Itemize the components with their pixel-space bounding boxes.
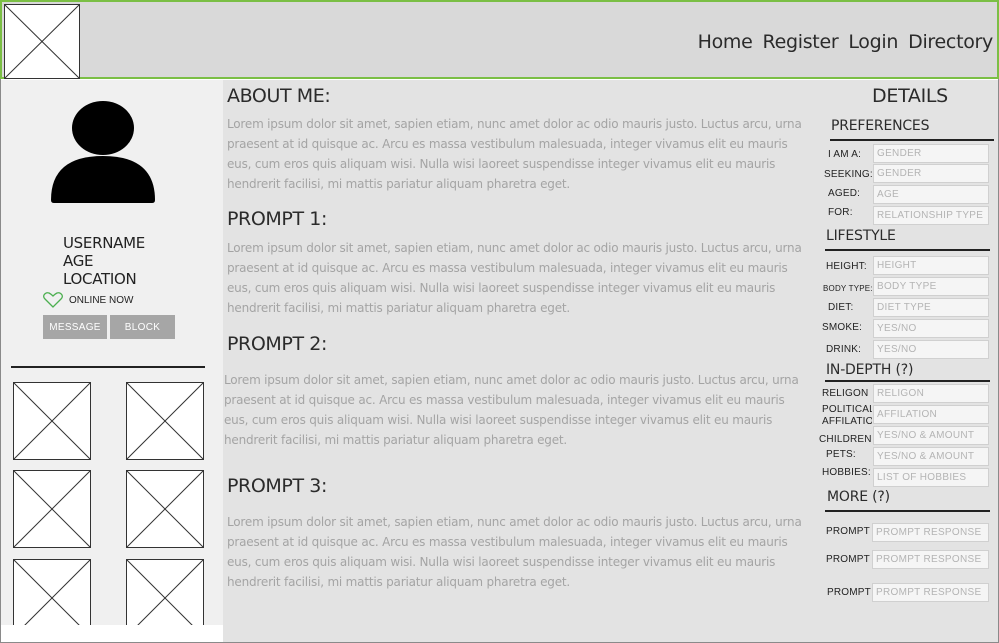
prompt-label: PROMPT [826,554,870,565]
religion-field[interactable]: RELIGON [873,384,989,403]
body-type-field[interactable]: BODY TYPE [873,277,989,296]
prompt-response-field[interactable]: PROMPT RESPONSE [872,583,989,602]
divider [11,366,205,368]
about-me-title: ABOUT ME: [227,85,331,107]
prompt-1-title: PROMPT 1: [227,208,328,230]
details-title: DETAILS [872,85,948,107]
header: Home Register Login Directory [0,0,999,79]
preferences-title: PREFERENCES [831,118,930,134]
image-placeholder-icon [14,383,90,459]
prompt-3-title: PROMPT 3: [227,475,328,497]
online-status-text: ONLINE NOW [69,294,134,306]
drink-field[interactable]: YES/NO [873,340,989,359]
main-nav: Home Register Login Directory [698,31,994,53]
location-label: LOCATION [63,270,137,288]
diet-field[interactable]: DIET TYPE [873,298,989,317]
pets-field[interactable]: YES/NO & AMOUNT [873,447,989,466]
section-divider [825,249,990,251]
age-label: AGE [63,252,94,270]
religion-label: RELIGON [822,388,869,399]
photo-thumbnail[interactable] [126,382,204,460]
prompt-response-field[interactable]: PROMPT RESPONSE [872,523,989,542]
sidebar-footer [1,625,223,642]
height-field[interactable]: HEIGHT [873,256,989,275]
main-content: ABOUT ME: Lorem ipsum dolor sit amet, sa… [223,80,822,642]
height-label: HEIGHT: [826,261,867,272]
seeking-field[interactable]: GENDER [873,164,989,183]
prompt-3-text: Lorem ipsum dolor sit amet, sapien etiam… [227,515,802,589]
i-am-a-field[interactable]: GENDER [873,144,989,163]
aged-label: AGED: [828,188,861,199]
block-button[interactable]: BLOCK [110,315,175,339]
section-divider [825,510,990,512]
avatar-icon [51,101,155,203]
prompt-label: PROMPT [827,587,871,598]
image-placeholder-icon [5,5,79,78]
image-placeholder-icon [127,383,203,459]
seeking-label: SEEKING: [824,169,873,180]
smoke-label: SMOKE: [822,322,863,333]
image-placeholder-icon [14,471,90,547]
logo-placeholder[interactable] [4,4,80,79]
nav-register-link[interactable]: Register [763,31,839,53]
political-affiliation-field[interactable]: AFFILATION [873,405,989,424]
photo-thumbnail[interactable] [13,382,91,460]
nav-login-link[interactable]: Login [848,31,898,53]
profile-sidebar: USERNAME AGE LOCATION ONLINE NOW MESSAGE… [1,80,223,642]
relationship-type-field[interactable]: RELATIONSHIP TYPE [873,206,989,225]
for-label: FOR: [828,207,853,218]
photo-thumbnail[interactable] [13,470,91,548]
nav-directory-link[interactable]: Directory [908,31,993,53]
lifestyle-title: LIFESTYLE [826,228,896,244]
smoke-field[interactable]: YES/NO [873,319,989,338]
drink-label: DRINK: [826,344,862,355]
image-placeholder-icon [127,471,203,547]
prompt-label: PROMPT [826,526,870,537]
details-panel: DETAILS PREFERENCES I AM A: GENDER SEEKI… [819,80,998,642]
username-label: USERNAME [63,234,145,252]
children-field[interactable]: YES/NO & AMOUNT [873,426,989,445]
diet-label: DIET: [828,302,854,313]
prompt-response-field[interactable]: PROMPT RESPONSE [872,550,989,569]
prompt-2-title: PROMPT 2: [227,333,328,355]
online-status: ONLINE NOW [43,292,133,308]
message-button[interactable]: MESSAGE [43,315,107,339]
profile-info: USERNAME AGE LOCATION [63,234,145,288]
section-divider [825,380,990,382]
section-divider [830,139,994,141]
hobbies-field[interactable]: LIST OF HOBBIES [873,468,989,487]
in-depth-title: IN-DEPTH (?) [826,362,914,378]
prompt-2-text: Lorem ipsum dolor sit amet, sapien etiam… [224,373,799,447]
prompt-1-text: Lorem ipsum dolor sit amet, sapien etiam… [227,241,802,315]
children-label: CHILDREN [819,434,872,445]
hobbies-label: HOBBIES: [822,467,871,478]
photo-thumbnail[interactable] [126,470,204,548]
pets-label: PETS: [826,449,856,460]
nav-home-link[interactable]: Home [698,31,753,53]
i-am-a-label: I AM A: [828,149,862,160]
heart-icon [43,292,63,308]
aged-field[interactable]: AGE [873,185,989,204]
about-me-text: Lorem ipsum dolor sit amet, sapien etiam… [227,117,802,191]
political-affiliation-label: POLITICAL AFFILATIO [822,404,872,427]
more-title: MORE (?) [827,489,890,505]
body-type-label: BODY TYPE: [823,284,873,293]
